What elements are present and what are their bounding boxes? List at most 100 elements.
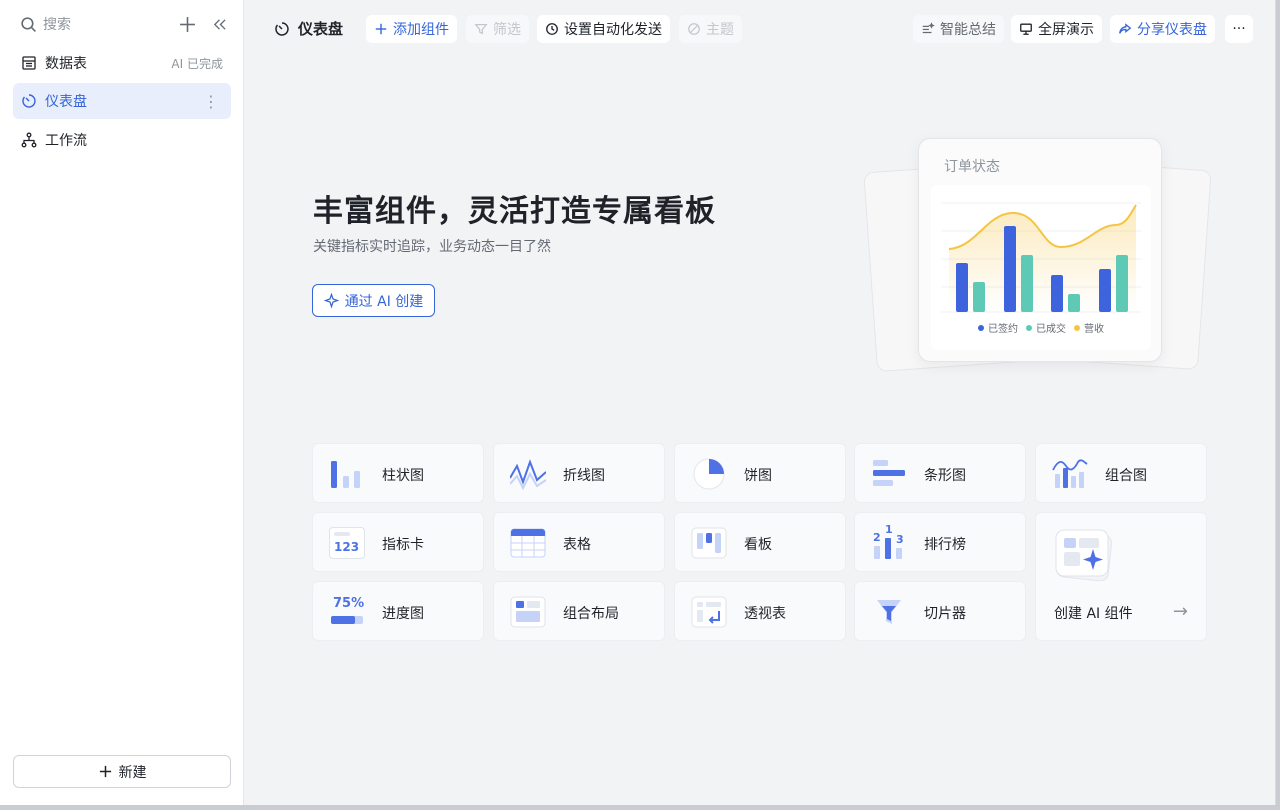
dashboard-icon [275, 21, 289, 36]
legend-item: 营收 [1074, 320, 1104, 335]
hero-title: 丰富组件，灵活打造专属看板 [313, 194, 716, 229]
widget-label: 饼图 [744, 468, 772, 484]
smart-summary-button[interactable]: 智能总结 [913, 15, 1004, 43]
widget-label: 指标卡 [382, 537, 424, 553]
table-icon [510, 528, 546, 558]
widget-label: 组合布局 [563, 606, 619, 622]
smart-summary-label: 智能总结 [940, 22, 996, 38]
filter-label: 筛选 [493, 22, 521, 38]
arrow-right-icon: → [1172, 601, 1188, 622]
leaderboard-icon: 1 2 3 [871, 523, 907, 559]
share-dashboard-button[interactable]: 分享仪表盘 [1110, 15, 1215, 43]
collapse-sidebar-icon[interactable] [208, 13, 230, 35]
sparkle-icon [323, 293, 339, 308]
layout-icon [510, 596, 546, 628]
filter-button[interactable]: 筛选 [466, 15, 529, 43]
more-menu-button[interactable]: ··· [1225, 15, 1253, 43]
widget-combo-chart[interactable]: 组合图 [1035, 443, 1207, 503]
fullscreen-button[interactable]: 全屏演示 [1011, 15, 1102, 43]
widget-pivot-table[interactable]: 透视表 [674, 581, 846, 641]
illustration-legend: 已签约 已成交 营收 [931, 320, 1151, 335]
new-button-label: 新建 [118, 764, 147, 781]
automation-button[interactable]: 设置自动化发送 [537, 15, 670, 43]
legend-item: 已成交 [1026, 320, 1066, 335]
theme-icon [688, 23, 700, 35]
table-icon [22, 56, 36, 70]
widget-bar-chart[interactable]: 柱状图 [312, 443, 484, 503]
sidebar-item-label: 工作流 [45, 133, 87, 149]
legend-label: 已签约 [988, 324, 1018, 335]
widget-label: 柱状图 [382, 468, 424, 484]
create-with-ai-button[interactable]: 通过 AI 创建 [312, 284, 435, 317]
horizontal-bar-icon [873, 460, 905, 486]
add-widget-label: 添加组件 [393, 22, 449, 38]
sidebar-item-workflow[interactable]: 工作流 [13, 122, 231, 158]
fullscreen-label: 全屏演示 [1038, 22, 1094, 38]
sidebar-header: 搜索 [0, 0, 244, 48]
theme-label: 主题 [706, 22, 734, 38]
theme-button[interactable]: 主题 [679, 15, 742, 43]
widget-leaderboard[interactable]: 1 2 3 排行榜 [854, 512, 1026, 572]
widget-progress[interactable]: 75% 进度图 [312, 581, 484, 641]
widget-label: 透视表 [744, 606, 786, 622]
illustration-title: 订单状态 [944, 159, 1000, 175]
more-icon: ··· [1232, 21, 1246, 37]
slicer-icon [877, 600, 901, 624]
widget-pie-chart[interactable]: 饼图 [674, 443, 846, 503]
pivot-table-icon [691, 596, 727, 628]
plus-icon [375, 23, 387, 35]
workflow-icon [21, 132, 37, 148]
widget-layout[interactable]: 组合布局 [493, 581, 665, 641]
widget-label: 切片器 [924, 606, 966, 622]
sidebar-item-datatable[interactable]: 数据表 AI 已完成 [13, 45, 231, 81]
progress-icon-text: 75% [333, 596, 365, 611]
sidebar-item-dashboard[interactable]: 仪表盘 ⋮ [13, 83, 231, 119]
widget-label: 折线图 [563, 468, 605, 484]
line-chart-icon [510, 459, 546, 490]
widget-line-chart[interactable]: 折线图 [493, 443, 665, 503]
illustration-card: 订单状态 已签约 已成交 营收 [918, 138, 1162, 362]
rank-1-text: 1 [885, 523, 893, 536]
sidebar-item-label: 数据表 [45, 56, 87, 72]
page-title-text: 仪表盘 [298, 20, 344, 38]
widget-kanban[interactable]: 看板 [674, 512, 846, 572]
widget-label: 看板 [744, 537, 772, 553]
search-placeholder: 搜索 [43, 17, 71, 33]
share-label: 分享仪表盘 [1137, 22, 1207, 38]
illustration-chart: 已签约 已成交 营收 [931, 185, 1151, 350]
metric-card-icon: 123 [329, 527, 365, 559]
widget-label: 表格 [563, 537, 591, 553]
sidebar: 搜索 数据表 AI 已完成 仪表盘 ⋮ 工作流 新建 [0, 0, 244, 805]
search-input[interactable]: 搜索 [20, 14, 71, 34]
create-ai-widget-card[interactable]: 创建 AI 组件 → [1035, 512, 1207, 641]
search-icon [21, 16, 36, 32]
widget-horizontal-bar[interactable]: 条形图 [854, 443, 1026, 503]
presentation-icon [1020, 23, 1032, 35]
automation-label: 设置自动化发送 [564, 22, 662, 38]
widget-metric-card[interactable]: 123 指标卡 [312, 512, 484, 572]
legend-label: 营收 [1084, 324, 1104, 335]
pie-chart-icon [693, 458, 725, 490]
add-icon[interactable] [176, 13, 198, 35]
page-title: 仪表盘 [274, 18, 343, 39]
widget-label: 条形图 [924, 468, 966, 484]
more-options-icon[interactable]: ⋮ [203, 92, 219, 111]
kanban-icon [691, 527, 727, 559]
clock-send-icon [546, 23, 558, 35]
combo-chart-icon [1052, 459, 1088, 488]
legend-label: 已成交 [1036, 324, 1066, 335]
widget-slicer[interactable]: 切片器 [854, 581, 1026, 641]
ai-status-badge: AI 已完成 [171, 56, 223, 71]
legend-item: 已签约 [978, 320, 1018, 335]
widget-label: 组合图 [1105, 468, 1147, 484]
widget-table[interactable]: 表格 [493, 512, 665, 572]
rank-2-text: 2 [873, 531, 881, 544]
progress-icon: 75% [329, 596, 365, 628]
summary-icon [922, 22, 935, 34]
hero-subtitle: 关键指标实时追踪，业务动态一目了然 [313, 239, 551, 255]
create-with-ai-label: 通过 AI 创建 [344, 293, 424, 310]
new-button[interactable]: 新建 [13, 755, 231, 788]
bar-chart-icon [331, 461, 360, 488]
widget-label: 排行榜 [924, 537, 966, 553]
add-widget-button[interactable]: 添加组件 [366, 15, 457, 43]
